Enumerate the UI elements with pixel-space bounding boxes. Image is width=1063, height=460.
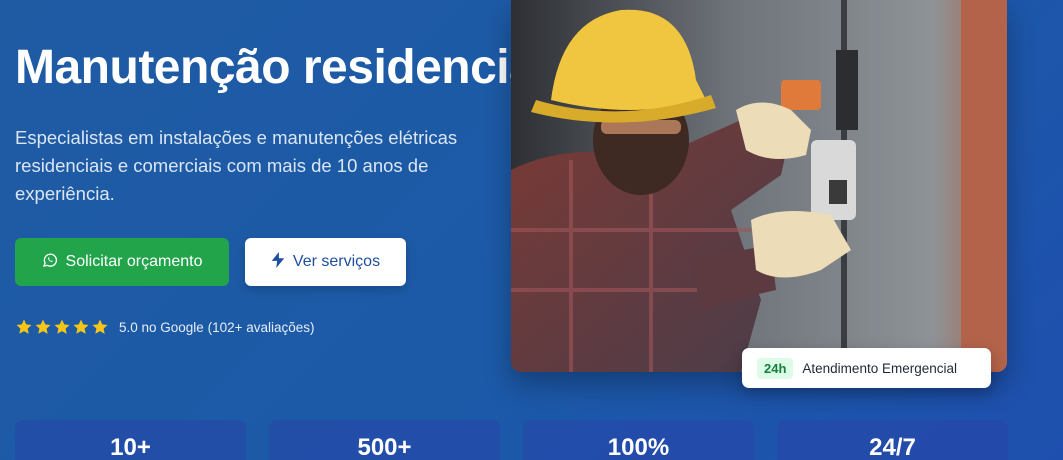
stat-value: 500+ — [357, 434, 412, 460]
star-icon — [92, 319, 108, 334]
star-icon — [35, 319, 51, 334]
request-quote-button[interactable]: Solicitar orçamento — [15, 238, 229, 286]
badge-label: Atendimento Emergencial — [802, 360, 957, 376]
emergency-badge: 24h Atendimento Emergencial — [742, 348, 991, 388]
hero-subtitle: Especialistas em instalações e manutençõ… — [15, 127, 458, 204]
electrician-photo — [511, 0, 1007, 372]
stat-card: 100% — [523, 420, 754, 460]
view-services-label: Ver serviços — [292, 253, 381, 270]
stats-row: 10+ 500+ 100% 24/7 — [15, 420, 1015, 460]
star-icon — [16, 319, 32, 334]
star-icon — [73, 319, 89, 334]
view-services-button[interactable]: Ver serviços — [245, 238, 406, 286]
stat-value: 100% — [607, 434, 670, 460]
stat-card: 24/7 — [777, 420, 1008, 460]
rating-stars — [15, 318, 109, 336]
stat-card: 500+ — [269, 420, 500, 460]
hero-title: Manutenção residencial — [15, 41, 549, 94]
request-quote-label: Solicitar orçamento — [65, 253, 203, 270]
stat-card: 10+ — [15, 420, 246, 460]
google-rating: 5.0 no Google (102+ avaliações) — [15, 318, 315, 336]
stat-value: 24/7 — [869, 434, 916, 460]
stat-value: 10+ — [110, 434, 151, 460]
star-icon — [54, 319, 70, 334]
lightning-icon — [271, 251, 285, 273]
badge-tag: 24h — [757, 357, 794, 379]
whatsapp-icon — [42, 252, 58, 273]
rating-text: 5.0 no Google (102+ avaliações) — [119, 319, 315, 335]
